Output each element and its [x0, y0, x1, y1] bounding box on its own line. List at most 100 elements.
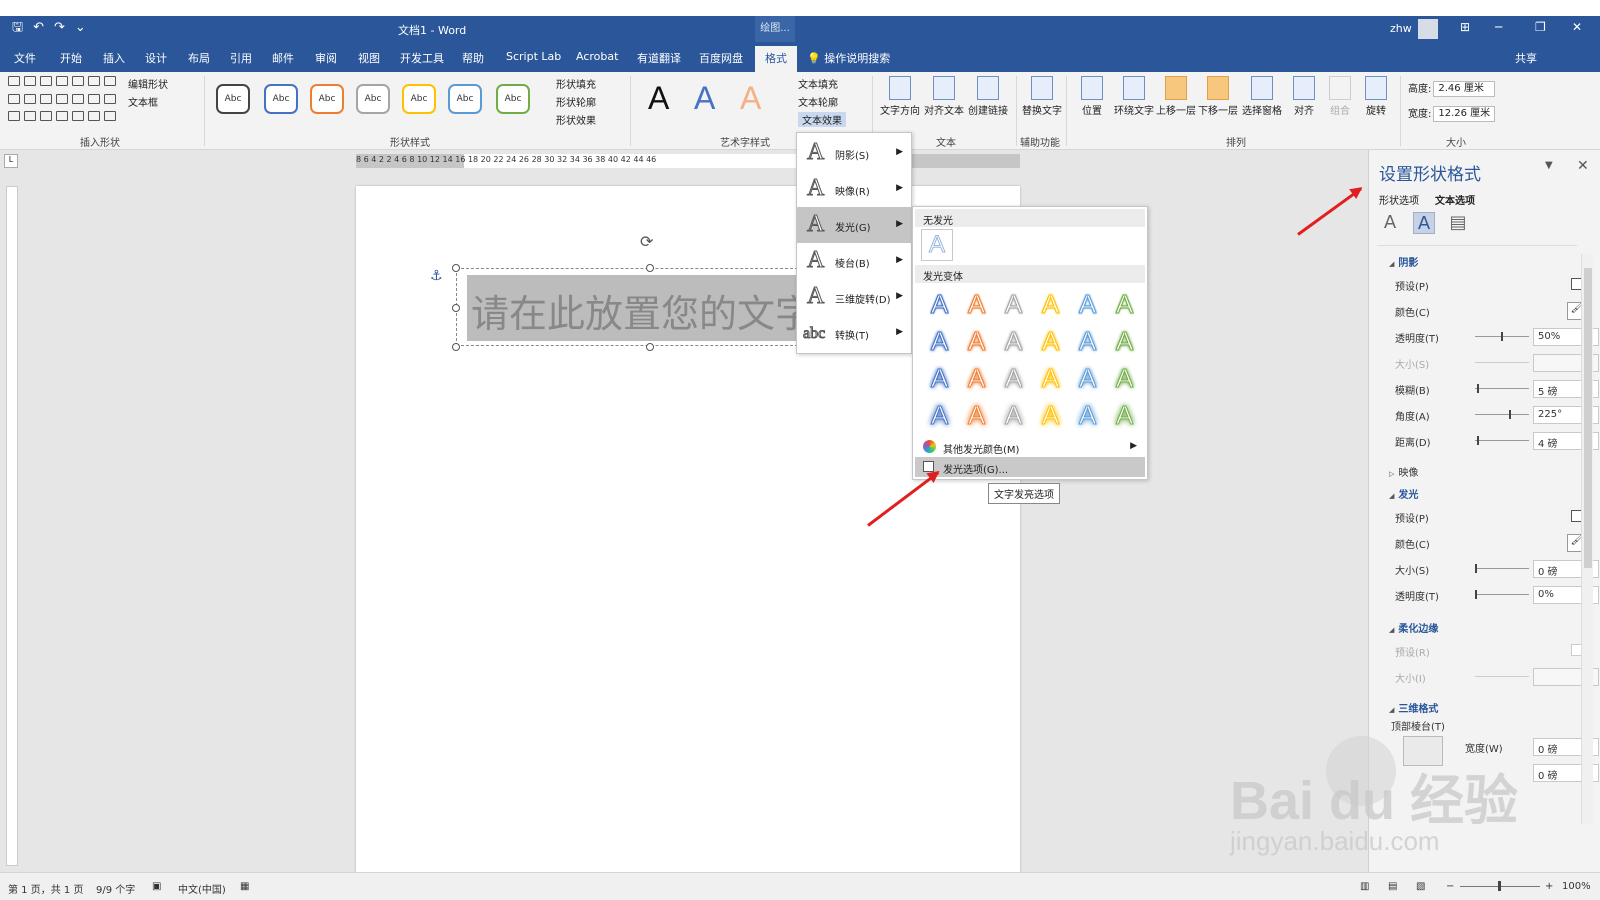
glow-variant[interactable]: A — [958, 361, 995, 398]
glow-size-slider[interactable] — [1475, 564, 1529, 573]
glow-variant[interactable]: A — [921, 287, 958, 324]
shape-item[interactable] — [56, 93, 68, 104]
glow-variant[interactable]: A — [995, 398, 1032, 435]
tab-acrobat[interactable]: Acrobat — [576, 50, 618, 63]
glow-variant[interactable]: A — [995, 361, 1032, 398]
selection-pane-button[interactable]: 选择窗格 — [1240, 76, 1284, 117]
shape-item[interactable] — [72, 93, 84, 104]
glow-variant[interactable]: A — [921, 324, 958, 361]
menu-item-glow[interactable]: A 发光(G) ▶ — [797, 207, 911, 243]
shadow-distance-slider[interactable] — [1475, 436, 1529, 445]
tab-text-options[interactable]: 文本选项 — [1435, 192, 1475, 207]
height-input[interactable]: 2.46 厘米 — [1433, 81, 1496, 97]
text-fill-button[interactable]: 文本填充 — [798, 76, 838, 91]
glow-variant[interactable]: A — [1032, 361, 1069, 398]
shape-style-preset[interactable]: Abc — [310, 84, 344, 114]
glow-variant[interactable]: A — [1069, 324, 1106, 361]
horizontal-ruler[interactable]: 8 6 4 2 2 4 6 8 10 12 14 16 18 20 22 24 … — [356, 154, 1020, 168]
section-reflection[interactable]: ▷ 映像 — [1389, 464, 1418, 479]
read-mode-icon[interactable]: ▥ — [1360, 881, 1369, 892]
glow-variant[interactable]: A — [1106, 287, 1143, 324]
tab-file[interactable]: 文件 — [14, 50, 36, 66]
bring-forward-button[interactable]: 上移一层 — [1154, 76, 1198, 117]
print-layout-icon[interactable]: ▤ — [1388, 881, 1397, 892]
tab-home[interactable]: 开始 — [60, 50, 82, 66]
glow-transparency-slider[interactable] — [1475, 590, 1529, 599]
shape-item[interactable] — [24, 76, 36, 86]
menu-item-bevel[interactable]: A 棱台(B) ▶ — [797, 243, 911, 279]
create-link-button[interactable]: 创建链接 — [966, 76, 1010, 117]
avatar[interactable] — [1418, 19, 1438, 39]
send-backward-button[interactable]: 下移一层 — [1196, 76, 1240, 117]
zoom-in-icon[interactable]: + — [1545, 881, 1553, 892]
shape-style-preset[interactable]: Abc — [448, 84, 482, 114]
resize-handle[interactable] — [452, 343, 460, 351]
glow-variant[interactable]: A — [1032, 398, 1069, 435]
text-box-layout-icon[interactable]: ▤ — [1447, 212, 1469, 234]
slider-thumb[interactable] — [1475, 564, 1477, 573]
shadow-blur-slider[interactable] — [1475, 384, 1529, 393]
page-count[interactable]: 第 1 页，共 1 页 — [8, 881, 83, 896]
ribbon-display-icon[interactable]: ⊞ — [1460, 20, 1470, 34]
shape-item[interactable] — [8, 76, 20, 86]
scrollbar-thumb[interactable] — [1584, 268, 1592, 568]
language[interactable]: 中文(中国) — [178, 881, 226, 896]
redo-icon[interactable]: ↷ — [54, 20, 65, 36]
zoom-slider-thumb[interactable] — [1498, 881, 1501, 891]
shape-gallery[interactable] — [8, 76, 118, 126]
shape-item[interactable] — [72, 76, 84, 86]
shape-style-preset[interactable]: Abc — [356, 84, 390, 114]
tab-mailings[interactable]: 邮件 — [272, 50, 294, 66]
text-box-button[interactable]: 文本框 — [128, 94, 158, 109]
shape-item[interactable] — [24, 93, 36, 104]
rotate-button[interactable]: 旋转 — [1354, 76, 1398, 117]
tab-insert[interactable]: 插入 — [103, 50, 125, 66]
vertical-ruler[interactable] — [6, 186, 18, 866]
menu-item-reflection[interactable]: A 映像(R) ▶ — [797, 171, 911, 207]
tab-format[interactable]: 格式 — [755, 46, 797, 72]
section-soft-edges[interactable]: ◢ 柔化边缘 — [1389, 620, 1438, 635]
shadow-angle-slider[interactable] — [1475, 410, 1529, 419]
glow-variant[interactable]: A — [1032, 324, 1069, 361]
pane-close-icon[interactable]: ✕ — [1577, 158, 1589, 174]
zoom-out-icon[interactable]: − — [1446, 881, 1454, 892]
glow-variant[interactable]: A — [1106, 324, 1143, 361]
proofing-icon[interactable]: ▣ — [152, 881, 161, 892]
shape-item[interactable] — [88, 93, 100, 104]
glow-variant[interactable]: A — [1032, 287, 1069, 324]
wordart-style-blue[interactable]: A — [694, 80, 715, 117]
shape-outline-button[interactable]: 形状轮廓 — [556, 94, 596, 109]
alt-text-button[interactable]: 替换文字 — [1020, 76, 1064, 117]
tab-help[interactable]: 帮助 — [462, 50, 484, 66]
glow-variant[interactable]: A — [958, 324, 995, 361]
tell-me-search[interactable]: 💡 操作说明搜索 — [807, 50, 890, 66]
undo-icon[interactable]: ↶ — [33, 20, 44, 36]
width-input[interactable]: 12.26 厘米 — [1433, 106, 1496, 122]
slider-thumb[interactable] — [1501, 332, 1503, 341]
wordart-style-orange[interactable]: A — [740, 80, 761, 117]
user-name[interactable]: zhw — [1390, 22, 1412, 35]
glow-variant[interactable]: A — [1069, 398, 1106, 435]
web-layout-icon[interactable]: ▧ — [1416, 881, 1425, 892]
edit-shape-button[interactable]: 编辑形状 — [128, 76, 168, 91]
close-icon[interactable]: ✕ — [1572, 20, 1582, 34]
tab-baidu-pan[interactable]: 百度网盘 — [699, 50, 743, 66]
menu-item-transform[interactable]: abc 转换(T) ▶ — [797, 315, 911, 351]
zoom-level[interactable]: 100% — [1562, 881, 1591, 892]
glow-variant[interactable]: A — [1106, 361, 1143, 398]
shape-fill-button[interactable]: 形状填充 — [556, 76, 596, 91]
shape-item[interactable] — [56, 111, 68, 122]
tab-view[interactable]: 视图 — [358, 50, 380, 66]
text-direction-button[interactable]: 文字方向 — [878, 76, 922, 117]
text-effects-icon[interactable]: A — [1413, 212, 1435, 234]
more-glow-colors[interactable]: 其他发光颜色(M) ▶ — [915, 437, 1145, 457]
shape-style-preset[interactable]: Abc — [264, 84, 298, 114]
resize-handle[interactable] — [646, 264, 654, 272]
shape-item[interactable] — [104, 76, 116, 86]
customize-qat-icon[interactable]: ⌄ — [75, 20, 86, 36]
rotate-handle[interactable]: ⟳ — [640, 232, 653, 251]
section-shadow[interactable]: ◢ 阴影 — [1389, 254, 1418, 269]
shape-item[interactable] — [40, 111, 52, 122]
resize-handle[interactable] — [452, 264, 460, 272]
tab-developer[interactable]: 开发工具 — [400, 50, 444, 66]
